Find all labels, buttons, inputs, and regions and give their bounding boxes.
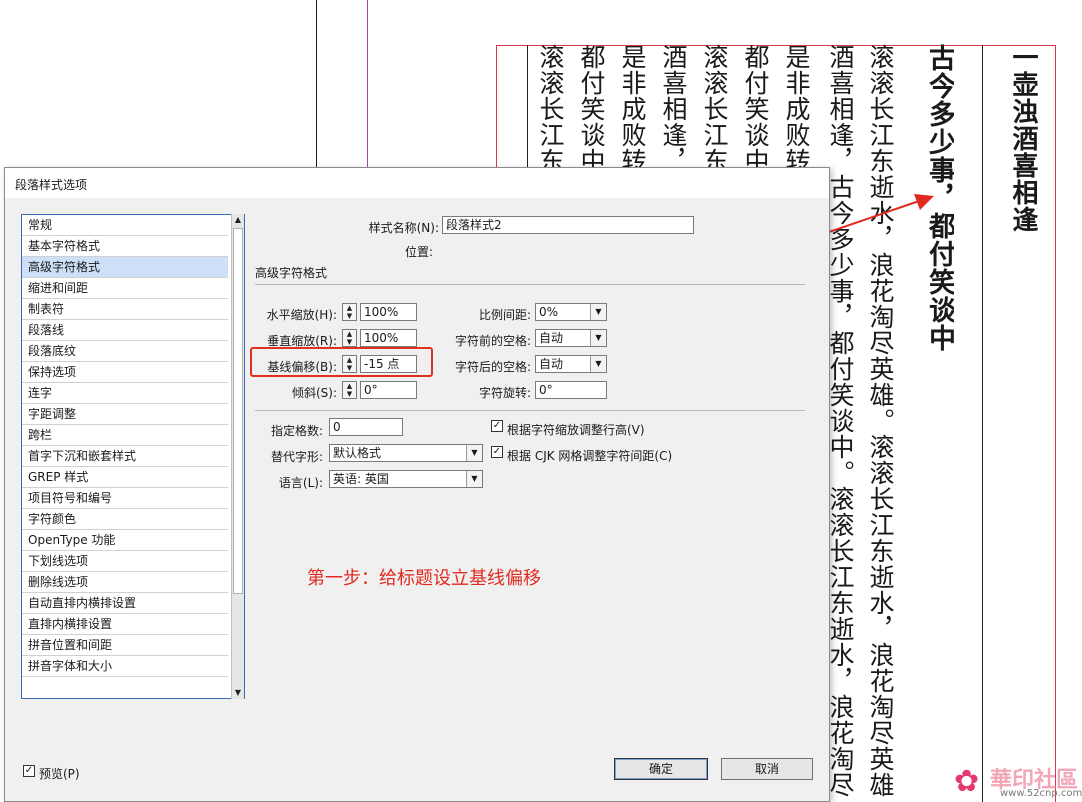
checkmark-icon: ✓: [24, 765, 34, 776]
category-list-scrollbar[interactable]: ▲ ▼: [231, 214, 244, 699]
category-item[interactable]: 段落线: [22, 320, 228, 341]
baseline-shift-highlight: [250, 347, 433, 377]
chevron-down-icon[interactable]: ▼: [590, 356, 606, 372]
section-separator: [255, 284, 805, 285]
category-item[interactable]: 直排内横排设置: [22, 614, 228, 635]
location-label: 位置:: [404, 245, 433, 259]
category-item[interactable]: 下划线选项: [22, 551, 228, 572]
language-value: 英语: 英国: [333, 472, 389, 486]
scroll-thumb[interactable]: [233, 228, 243, 594]
dialog-title: 段落样式选项: [15, 178, 88, 192]
alternate-glyph-value: 默认格式: [333, 446, 382, 460]
category-item[interactable]: 缩进和间距: [22, 278, 228, 299]
space-after-char-value: 自动: [539, 357, 564, 371]
checkmark-icon: ✓: [492, 446, 502, 457]
space-before-char-value: 自动: [539, 331, 564, 345]
horizontal-scale-label: 水平缩放(H):: [266, 308, 337, 322]
vertical-scale-spin-icon[interactable]: ▲ ▼: [342, 329, 357, 347]
category-item[interactable]: 基本字符格式: [22, 236, 228, 257]
category-item[interactable]: 制表符: [22, 299, 228, 320]
grid-count-input[interactable]: 0: [329, 418, 403, 436]
style-name-input[interactable]: 段落样式2: [442, 216, 694, 234]
category-item[interactable]: 连字: [22, 383, 228, 404]
char-rotation-input[interactable]: 0°: [535, 381, 607, 399]
vertical-scale-input[interactable]: 100%: [360, 329, 417, 347]
space-after-char-select[interactable]: 自动 ▼: [535, 355, 607, 373]
ok-button[interactable]: 确定: [614, 758, 708, 780]
category-item[interactable]: 保持选项: [22, 362, 228, 383]
category-item[interactable]: 高级字符格式: [22, 257, 228, 278]
watermark-logo-icon: ✿: [954, 764, 980, 799]
category-item[interactable]: GREP 样式: [22, 467, 228, 488]
cancel-button[interactable]: 取消: [721, 758, 813, 780]
chevron-down-icon[interactable]: ▼: [590, 304, 606, 320]
preview-label[interactable]: 预览(P): [39, 765, 80, 782]
horizontal-scale-spin-icon[interactable]: ▲ ▼: [342, 303, 357, 321]
checkmark-icon: ✓: [492, 420, 502, 431]
step-annotation: 第一步：给标题设立基线偏移: [307, 568, 541, 589]
category-item[interactable]: 字距调整: [22, 404, 228, 425]
dialog-titlebar[interactable]: 段落样式选项: [5, 168, 829, 198]
category-item[interactable]: OpenType 功能: [22, 530, 228, 551]
adjust-leading-label[interactable]: 根据字符缩放调整行高(V): [507, 421, 645, 438]
paragraph-style-options-dialog: 段落样式选项 常规 基本字符格式 高级字符格式 缩进和间距 制表符 段落线 段落底纹 保持选项…: [4, 167, 830, 802]
category-item[interactable]: 跨栏: [22, 425, 228, 446]
preview-checkbox[interactable]: ✓: [23, 765, 35, 777]
alternate-glyph-select[interactable]: 默认格式 ▼: [329, 444, 483, 462]
chevron-down-icon[interactable]: ▼: [466, 445, 482, 461]
category-list[interactable]: 常规 基本字符格式 高级字符格式 缩进和间距 制表符 段落线 段落底纹 保持选项 连字 字距调整跨…: [21, 214, 245, 699]
scroll-up-arrow-icon[interactable]: ▲: [232, 214, 244, 226]
skew-input[interactable]: 0°: [360, 381, 417, 399]
category-item[interactable]: 拼音字体和大小: [22, 656, 228, 677]
section-title: 高级字符格式: [255, 266, 328, 280]
horizontal-scale-input[interactable]: 100%: [360, 303, 417, 321]
category-item[interactable]: 项目符号和编号: [22, 488, 228, 509]
language-select[interactable]: 英语: 英国 ▼: [329, 470, 483, 488]
chevron-down-icon[interactable]: ▼: [590, 330, 606, 346]
proportional-spacing-select[interactable]: 0% ▼: [535, 303, 607, 321]
space-after-char-label: 字符后的空格:: [454, 360, 531, 374]
category-item[interactable]: 常规: [22, 215, 228, 236]
language-label: 语言(L):: [278, 476, 323, 490]
style-name-label: 样式名称(N):: [368, 221, 439, 235]
proportional-spacing-value: 0%: [539, 305, 559, 319]
watermark: ✿ 華印社區 www.52cnp.com: [950, 760, 1082, 802]
category-item[interactable]: 自动直排内横排设置: [22, 593, 228, 614]
category-item[interactable]: 拼音位置和间距: [22, 635, 228, 656]
skew-label: 倾斜(S):: [291, 386, 337, 400]
category-item[interactable]: 字符颜色: [22, 509, 228, 530]
space-before-char-select[interactable]: 自动 ▼: [535, 329, 607, 347]
category-item[interactable]: 删除线选项: [22, 572, 228, 593]
cjk-grid-label[interactable]: 根据 CJK 网格调整字符间距(C): [507, 447, 672, 464]
category-item[interactable]: 首字下沉和嵌套样式: [22, 446, 228, 467]
skew-spin-icon[interactable]: ▲ ▼: [342, 381, 357, 399]
watermark-url: www.52cnp.com: [1000, 788, 1082, 799]
char-rotation-label: 字符旋转:: [478, 386, 531, 400]
proportional-spacing-label: 比例间距:: [478, 308, 531, 322]
alternate-glyph-label: 替代字形:: [270, 450, 323, 464]
scroll-down-arrow-icon[interactable]: ▼: [232, 687, 244, 699]
space-before-char-label: 字符前的空格:: [454, 334, 531, 348]
middle-separator: [255, 410, 805, 411]
chevron-down-icon[interactable]: ▼: [466, 471, 482, 487]
grid-count-label: 指定格数:: [270, 424, 323, 438]
cjk-grid-checkbox[interactable]: ✓: [491, 446, 503, 458]
adjust-leading-checkbox[interactable]: ✓: [491, 420, 503, 432]
category-item[interactable]: 段落底纹: [22, 341, 228, 362]
